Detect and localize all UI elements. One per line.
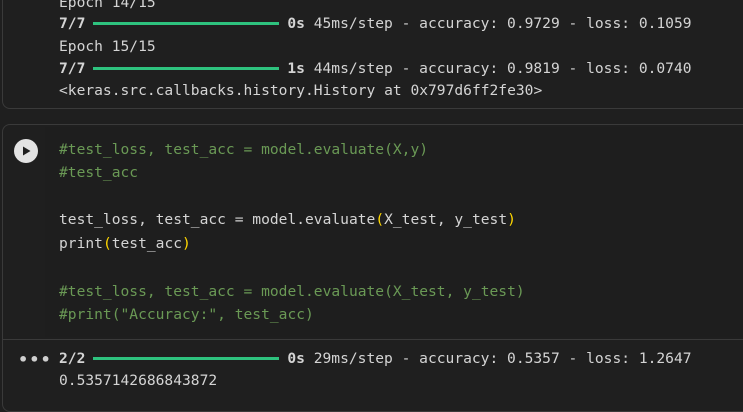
code-line-4-paren-close: ) bbox=[507, 211, 516, 228]
code-line-8: #print("Accuracy:", test_acc) bbox=[59, 306, 314, 323]
eval-progress: 2/2 0s 29ms/step - accuracy: 0.5357 - los… bbox=[59, 348, 692, 370]
run-cell-button[interactable] bbox=[14, 139, 38, 163]
more-horiz-icon[interactable]: ••• bbox=[18, 350, 51, 370]
epoch-14-progress-bar bbox=[93, 21, 280, 25]
epoch-15-label: Epoch 15/15 bbox=[59, 38, 156, 55]
code-line-1: #test_loss, test_acc = model.evaluate(X,… bbox=[59, 141, 429, 158]
play-icon bbox=[23, 146, 31, 156]
history-repr: <keras.src.callbacks.history.History at … bbox=[59, 82, 543, 99]
code-line-4-args: X_test, y_test bbox=[384, 211, 508, 228]
epoch-15-steps: 7/7 bbox=[59, 60, 86, 77]
epoch-14-progress: 7/7 0s 45ms/step - accuracy: 0.9729 - los… bbox=[59, 13, 692, 35]
code-line-4-call: test_loss, test_acc = model.evaluate bbox=[59, 211, 376, 228]
epoch-15-progress: 7/7 1s 44ms/step - accuracy: 0.9819 - los… bbox=[59, 58, 692, 80]
code-line-5-paren-close: ) bbox=[182, 235, 191, 252]
code-line-5-args: test_acc bbox=[111, 235, 183, 252]
epoch-15-metrics: 44ms/step - accuracy: 0.9819 - loss: 0.0… bbox=[313, 60, 692, 77]
code-line-4: test_loss, test_acc = model.evaluate(X_t… bbox=[59, 209, 516, 231]
epoch-14-time: 0s bbox=[287, 15, 305, 32]
code-line-5-paren-open: ( bbox=[102, 235, 112, 252]
code-line-5: print(test_acc) bbox=[59, 233, 191, 255]
code-line-4-paren-open: ( bbox=[375, 211, 385, 228]
eval-metrics: 29ms/step - accuracy: 0.5357 - loss: 1.2… bbox=[313, 350, 692, 367]
printed-accuracy: 0.5357142686843872 bbox=[59, 372, 218, 389]
epoch-14-metrics: 45ms/step - accuracy: 0.9729 - loss: 0.1… bbox=[313, 15, 692, 32]
output-divider bbox=[2, 339, 743, 340]
epoch-14-label: Epoch 14/15 bbox=[59, 0, 156, 11]
epoch-14-steps: 7/7 bbox=[59, 15, 86, 32]
code-line-5-call: print bbox=[59, 235, 103, 252]
eval-progress-bar bbox=[93, 356, 280, 360]
eval-steps: 2/2 bbox=[59, 350, 86, 367]
eval-time: 0s bbox=[287, 350, 305, 367]
epoch-15-time: 1s bbox=[287, 60, 305, 77]
epoch-15-progress-bar bbox=[93, 66, 280, 70]
code-line-7: #test_loss, test_acc = model.evaluate(X_… bbox=[59, 283, 525, 300]
code-line-2: #test_acc bbox=[59, 164, 139, 181]
